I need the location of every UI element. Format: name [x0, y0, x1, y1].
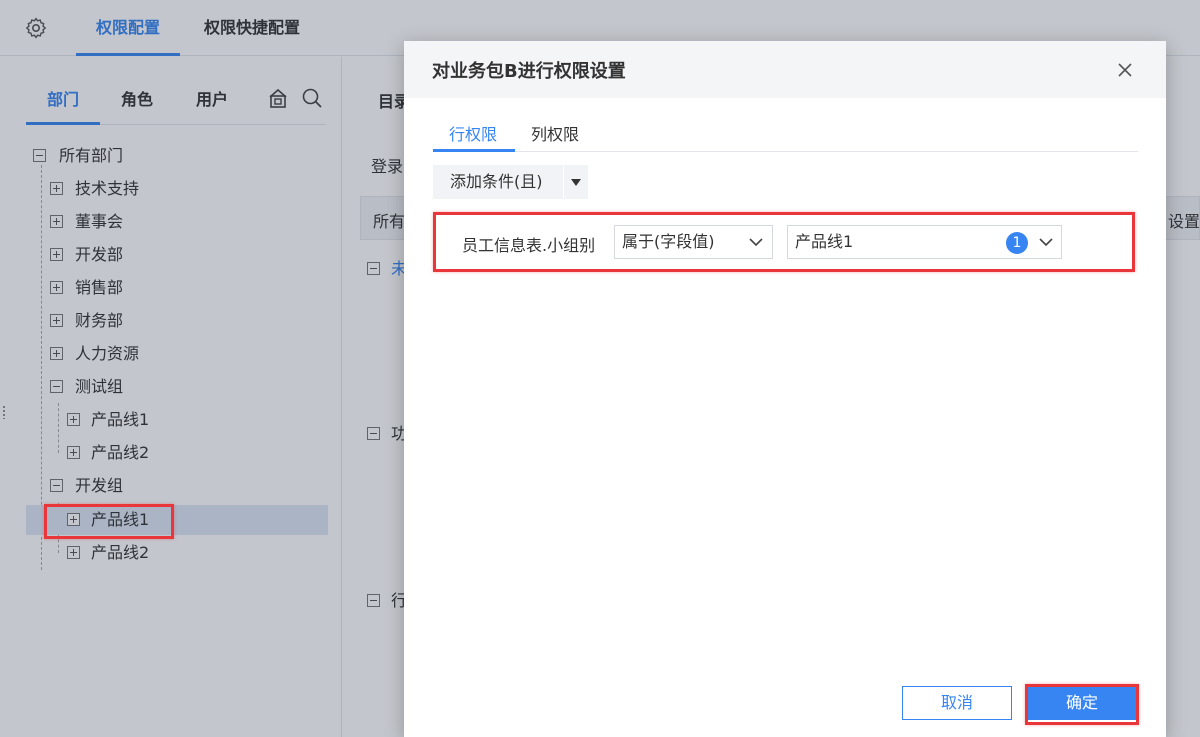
dialog-title: 对业务包B进行权限设置	[432, 61, 626, 82]
confirm-button[interactable]: 确定	[1028, 686, 1136, 720]
tab-column-permission[interactable]: 列权限	[531, 121, 579, 145]
add-condition-dropdown-icon[interactable]	[564, 165, 588, 199]
chevron-down-icon	[1039, 238, 1053, 247]
add-condition-button[interactable]: 添加条件(且)	[433, 165, 563, 199]
dialog-tab-divider	[433, 151, 1138, 152]
dialog-tab-active-indicator	[433, 149, 515, 152]
value-select-value: 产品线1	[795, 232, 854, 251]
dialog-header: 对业务包B进行权限设置	[404, 41, 1166, 98]
operator-select[interactable]: 属于(字段值)	[614, 225, 773, 259]
selected-count-badge: 1	[1006, 232, 1028, 254]
condition-row: 员工信息表.小组别 属于(字段值) 产品线1 1	[433, 214, 1134, 271]
cancel-button[interactable]: 取消	[902, 686, 1012, 720]
operator-select-value: 属于(字段值)	[622, 232, 715, 251]
permission-dialog: 对业务包B进行权限设置 行权限 列权限 添加条件(且) 员工信息表.小组别 属于…	[404, 41, 1166, 737]
condition-field-label: 员工信息表.小组别	[462, 236, 596, 255]
close-icon[interactable]	[1115, 60, 1135, 80]
tab-row-permission[interactable]: 行权限	[449, 121, 497, 145]
value-select[interactable]: 产品线1 1	[787, 225, 1062, 259]
chevron-down-icon	[749, 238, 763, 247]
